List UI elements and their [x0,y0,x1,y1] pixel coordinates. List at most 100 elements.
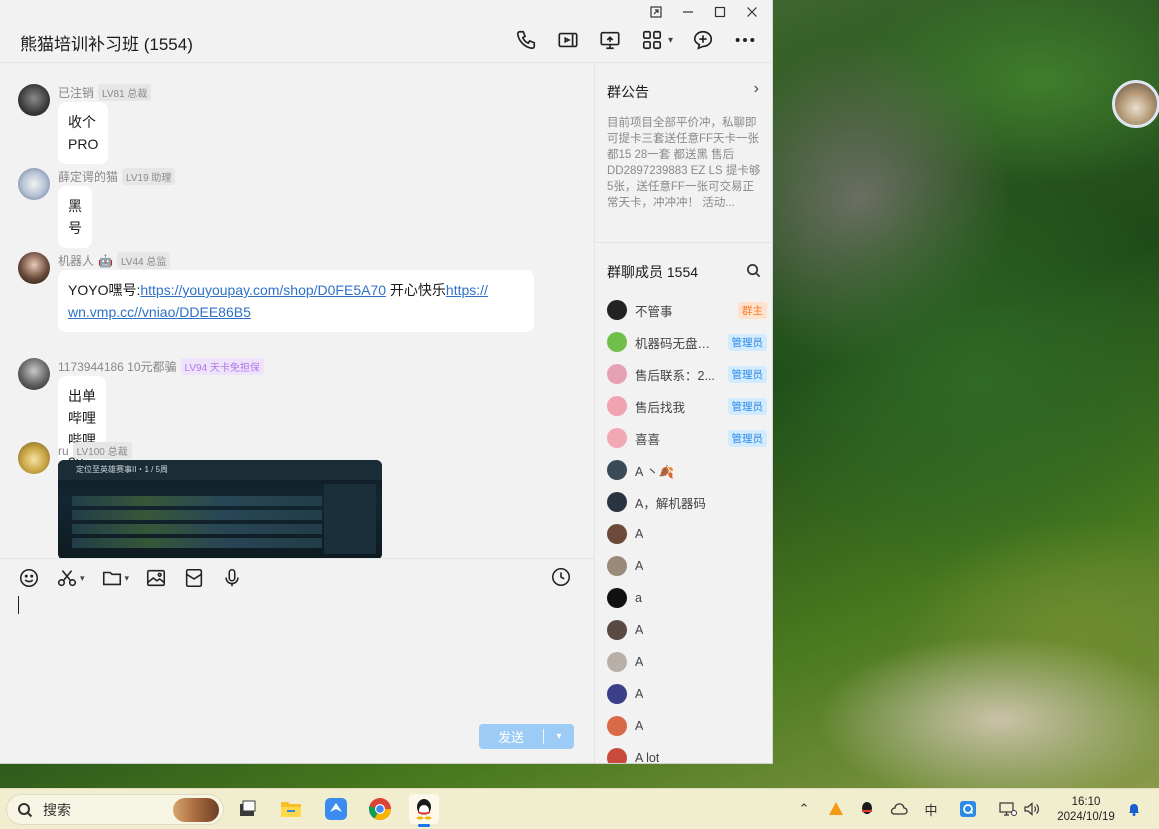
ime-icon[interactable]: 中 [921,799,941,819]
screenshot-dropdown-icon[interactable]: ▾ [80,573,85,584]
vmp-link-continued[interactable]: wn.vmp.cc//vniao/DDEE86B5 [68,304,251,320]
member-avatar[interactable] [607,716,627,736]
message-bubble[interactable]: 黑号 [58,186,92,248]
feishu-icon[interactable] [321,794,351,824]
folder-icon[interactable]: ▾ [101,566,130,590]
member-item[interactable]: A，解机器码 [607,491,767,513]
avatar[interactable] [18,358,50,390]
member-item[interactable]: a [607,587,767,609]
member-avatar[interactable] [607,652,627,672]
message-bubble[interactable]: YOYO嘿号:https://youyoupay.com/shop/D0FE5A… [58,270,534,332]
video-icon[interactable] [556,28,580,52]
member-item[interactable]: 不管事 群主 [607,299,767,321]
member-name: A [635,719,644,733]
member-avatar[interactable] [607,556,627,576]
apps-icon[interactable] [640,28,664,52]
folder-dropdown-icon[interactable]: ▾ [125,573,130,584]
send-options-icon[interactable]: ▾ [544,731,574,742]
emoji-icon[interactable] [18,566,40,590]
qq-tray-icon[interactable] [857,799,877,819]
clock-icon[interactable] [550,566,572,593]
level-badge: LV100 总裁 [72,442,132,459]
member-avatar[interactable] [607,620,627,640]
member-avatar[interactable] [607,460,627,480]
member-avatar[interactable] [607,684,627,704]
add-chat-icon[interactable] [691,28,715,52]
avatar[interactable] [18,168,50,200]
volume-icon[interactable] [1022,799,1042,819]
image-icon[interactable] [145,566,167,590]
red-packet-icon[interactable] [183,566,205,590]
members-title: 群聊成员 1554 [607,264,699,280]
member-item[interactable]: A [607,619,767,641]
member-avatar[interactable] [607,364,627,384]
message-text: 开心快乐 [386,282,446,298]
task-view-icon[interactable] [232,794,262,824]
avatar[interactable] [18,252,50,284]
chrome-icon[interactable] [365,794,395,824]
microphone-icon[interactable] [221,566,243,590]
chevron-right-icon[interactable]: › [754,80,759,98]
member-item[interactable]: 售后找我 管理员 [607,395,767,417]
notification-bell-icon[interactable] [1124,799,1144,819]
announcement-title[interactable]: 群公告 [607,82,649,102]
member-item[interactable]: 喜喜 管理员 [607,427,767,449]
sender-name[interactable]: ru [58,444,69,458]
member-item[interactable]: 机器码无盘滴... 管理员 [607,331,767,353]
member-avatar[interactable] [607,332,627,352]
avatar[interactable] [18,442,50,474]
image-row [72,496,322,506]
member-item[interactable]: A lot [607,747,767,764]
sender-name[interactable]: 1173944186 10元都骗 [58,358,177,375]
floating-avatar[interactable] [1112,80,1159,128]
member-avatar[interactable] [607,428,627,448]
taskbar-search[interactable]: 搜索 [6,794,224,825]
phone-icon[interactable] [514,28,538,52]
avatar[interactable] [18,84,50,116]
cloud-icon[interactable] [889,799,909,819]
sender-name[interactable]: 薛定谔的猫 [58,168,118,185]
network-icon[interactable] [998,799,1018,819]
message-meta: ru LV100 总裁 [58,442,132,459]
member-name: A，解机器码 [635,496,706,511]
search-icon[interactable] [746,263,761,283]
message-list[interactable]: 已注销 LV81 总裁 收个PRO 薛定谔的猫 LV19 助理 黑号 机器人 🤖… [0,64,594,558]
input-toolbar: ▾ ▾ [18,566,243,590]
member-item[interactable]: A [607,523,767,545]
vmp-link[interactable]: https:// [446,282,488,298]
member-avatar[interactable] [607,300,627,320]
member-name: 不管事 [635,304,673,319]
chevron-up-icon[interactable]: ⌃ [794,799,814,819]
member-item[interactable]: 售后联系：2... 管理员 [607,363,767,385]
member-item[interactable]: A [607,651,767,673]
send-button[interactable]: 发送 ▾ [479,724,574,749]
system-clock[interactable]: 16:10 2024/10/19 [1052,795,1120,825]
announcement-text[interactable]: 目前项目全部平价冲，私聊即可提卡三套送任意FF天卡一张 都15 28一套 都送黑… [607,115,763,211]
member-avatar[interactable] [607,492,627,512]
member-avatar[interactable] [607,396,627,416]
member-name: A [635,559,644,573]
member-avatar[interactable] [607,588,627,608]
more-icon[interactable] [733,28,757,52]
member-avatar[interactable] [607,524,627,544]
message-bubble[interactable]: 收个PRO [58,102,109,164]
member-item[interactable]: A 丶🍂 [607,459,767,481]
sender-name[interactable]: 已注销 [58,84,94,101]
apps-dropdown-icon[interactable]: ▾ [668,35,673,46]
member-item[interactable]: A [607,683,767,705]
message-input[interactable] [18,596,19,614]
image-row [72,510,322,520]
tray-app-icon[interactable] [826,799,846,819]
shop-link[interactable]: https://youyoupay.com/shop/D0FE5A70 [140,282,386,298]
member-avatar[interactable] [607,748,627,763]
member-item[interactable]: A [607,715,767,737]
q-app-icon[interactable] [958,799,978,819]
file-explorer-icon[interactable] [276,794,306,824]
qq-icon[interactable] [409,794,439,827]
member-item[interactable]: A [607,555,767,577]
member-name: A lot [635,751,660,764]
sender-name[interactable]: 机器人 [58,252,94,269]
screenshot-icon[interactable]: ▾ [56,566,85,590]
screen-share-icon[interactable] [598,28,622,52]
image-message[interactable]: 定位至英雄赛事II・1 / 5周 [58,460,382,558]
